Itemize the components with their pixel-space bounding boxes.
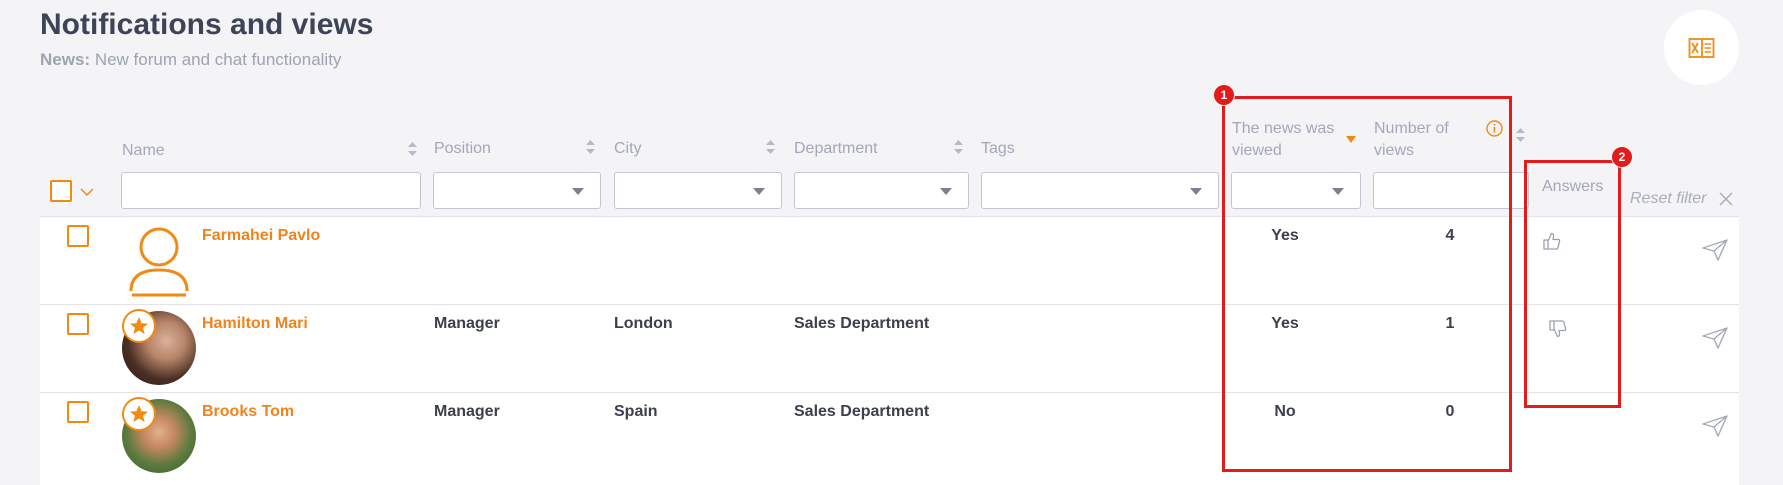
column-header-name: Name: [122, 142, 165, 159]
annotation-marker-2: 2: [1611, 146, 1633, 168]
department-cell: Sales Department: [794, 315, 930, 332]
city-cell: London: [614, 315, 673, 332]
department-cell: Sales Department: [794, 403, 930, 420]
send-icon[interactable]: [1702, 239, 1728, 261]
row-checkbox[interactable]: [67, 313, 89, 335]
tags-filter-select[interactable]: [981, 172, 1219, 209]
sort-icon[interactable]: [766, 140, 775, 154]
send-icon[interactable]: [1702, 415, 1728, 437]
dropdown-caret-icon: [753, 188, 765, 195]
position-filter-select[interactable]: [433, 172, 601, 209]
sort-icon[interactable]: [1516, 128, 1525, 142]
dropdown-caret-icon: [1190, 188, 1202, 195]
page-title: Notifications and views: [40, 8, 374, 41]
sort-icon[interactable]: [408, 142, 417, 156]
close-icon[interactable]: [1719, 192, 1733, 206]
excel-export-icon: [1688, 38, 1715, 58]
department-filter-select[interactable]: [794, 172, 969, 209]
name-filter-input[interactable]: [121, 172, 421, 209]
send-icon[interactable]: [1702, 327, 1728, 349]
column-header-city: City: [614, 140, 642, 157]
row-checkbox[interactable]: [67, 401, 89, 423]
user-name-link[interactable]: Hamilton Mari: [202, 315, 308, 333]
city-cell: Spain: [614, 403, 658, 420]
default-avatar-icon: [129, 227, 189, 297]
position-cell: Manager: [434, 315, 500, 332]
subtitle-text: New forum and chat functionality: [94, 50, 342, 69]
row-checkbox[interactable]: [67, 225, 89, 247]
annotation-marker-1: 1: [1213, 84, 1235, 106]
sort-icon[interactable]: [954, 140, 963, 154]
reset-filter-link[interactable]: Reset filter: [1630, 190, 1706, 208]
select-all-checkbox[interactable]: [50, 180, 72, 202]
subtitle-label: News:: [40, 50, 91, 69]
user-name-link[interactable]: Brooks Tom: [202, 403, 294, 421]
page-subtitle: News: New forum and chat functionality: [40, 50, 341, 70]
star-icon: [130, 405, 148, 422]
favorite-star-badge: [122, 309, 156, 343]
dropdown-caret-icon: [572, 188, 584, 195]
export-excel-button[interactable]: [1664, 10, 1739, 85]
city-filter-select[interactable]: [614, 172, 782, 209]
star-icon: [130, 317, 148, 334]
highlight-box-viewed-columns: [1222, 96, 1512, 472]
column-header-tags: Tags: [981, 140, 1015, 157]
column-header-department: Department: [794, 140, 878, 157]
sort-icon[interactable]: [586, 140, 595, 154]
column-header-position: Position: [434, 140, 491, 157]
favorite-star-badge: [122, 397, 156, 431]
highlight-box-answers-column: [1524, 160, 1621, 408]
chevron-down-icon[interactable]: [80, 188, 94, 197]
position-cell: Manager: [434, 403, 500, 420]
user-name-link[interactable]: Farmahei Pavlo: [202, 227, 320, 245]
dropdown-caret-icon: [940, 188, 952, 195]
